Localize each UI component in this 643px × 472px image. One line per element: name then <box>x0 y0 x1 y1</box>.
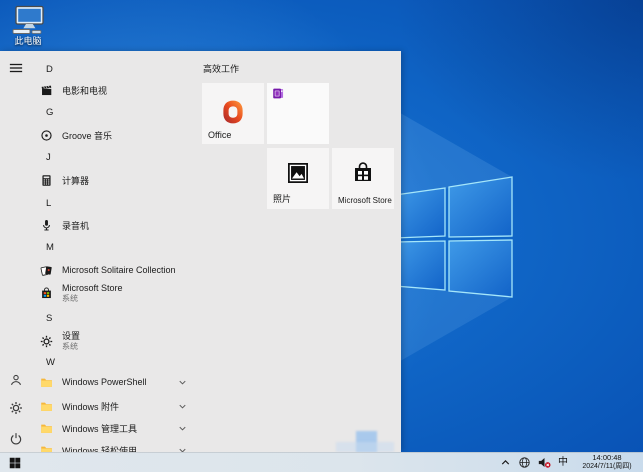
section-header-j[interactable]: J <box>32 146 198 168</box>
movies-tv-icon <box>40 84 53 97</box>
tile-area: 高效工作 Office 照片 Microsoft Store <box>198 51 401 452</box>
tile-label: 照片 <box>273 194 292 204</box>
app-label: 计算器 <box>62 175 90 186</box>
desktop-icon-label: 此电脑 <box>14 36 42 46</box>
tile-photos[interactable]: 照片 <box>267 148 329 209</box>
app-label: 录音机 <box>62 220 90 231</box>
section-header-m[interactable]: M <box>32 236 198 258</box>
app-item-solitaire[interactable]: Microsoft Solitaire Collection <box>32 259 198 281</box>
office-logo-icon <box>219 98 247 126</box>
tile-microsoft-store[interactable]: Microsoft Store <box>332 148 394 209</box>
groove-music-icon <box>40 129 53 142</box>
chevron-down-icon[interactable] <box>177 377 188 388</box>
start-menu-left-rail <box>0 51 32 452</box>
app-item-voice-recorder[interactable]: 录音机 <box>32 214 198 236</box>
taskbar-clock[interactable]: 14:00:48 2024/7/11(周四) <box>574 453 640 471</box>
tile-onenote[interactable] <box>267 83 329 144</box>
chevron-down-icon[interactable] <box>177 401 188 412</box>
section-letter: D <box>46 63 53 75</box>
solitaire-cards-icon <box>40 264 53 277</box>
folder-icon <box>40 400 53 413</box>
start-menu: D 电影和电视 G Groove 音乐 J 计算器 L 录音机 M Micros… <box>0 51 401 452</box>
tile-label: Office <box>208 130 232 140</box>
onenote-logo-icon <box>272 87 285 100</box>
app-sublabel: 系统 <box>62 342 78 351</box>
hamburger-menu-icon[interactable] <box>9 61 23 75</box>
voice-recorder-icon <box>40 219 53 232</box>
folder-label: Windows 附件 <box>62 401 120 412</box>
folder-icon <box>40 422 53 435</box>
app-item-microsoft-store[interactable]: Microsoft Store 系统 <box>32 279 198 307</box>
settings-rail-icon[interactable] <box>9 401 23 415</box>
section-header-s[interactable]: S <box>32 307 198 329</box>
folder-item-windows-accessories[interactable]: Windows 附件 <box>32 395 198 417</box>
store-bag-icon <box>40 286 53 300</box>
app-label: Groove 音乐 <box>62 130 113 141</box>
folder-item-ease-of-access[interactable]: Windows 轻松使用 <box>32 439 198 452</box>
hidden-icons-chevron-icon[interactable] <box>499 456 512 469</box>
section-header-g[interactable]: G <box>32 101 198 123</box>
chevron-down-icon[interactable] <box>177 445 188 452</box>
app-item-groove-music[interactable]: Groove 音乐 <box>32 124 198 146</box>
section-letter: M <box>46 241 54 253</box>
section-header-w[interactable]: W <box>32 351 198 373</box>
acrylic-light-patch <box>336 442 394 452</box>
start-button[interactable] <box>0 453 30 472</box>
tile-office[interactable]: Office <box>202 83 264 144</box>
microsoft-store-bag-icon <box>351 161 375 185</box>
folder-item-admin-tools[interactable]: Windows 管理工具 <box>32 417 198 439</box>
section-letter: L <box>46 197 52 209</box>
volume-muted-icon[interactable] <box>537 456 552 469</box>
clock-date: 2024/7/11(周四) <box>582 462 632 470</box>
calculator-icon <box>40 174 53 187</box>
gear-icon <box>40 335 53 348</box>
section-letter: S <box>46 312 53 324</box>
app-item-movies-tv[interactable]: 电影和电视 <box>32 79 198 101</box>
taskbar: 中 14:00:48 2024/7/11(周四) <box>0 452 643 472</box>
network-globe-icon[interactable] <box>518 456 531 469</box>
section-letter: G <box>46 106 54 118</box>
app-sublabel: 系统 <box>62 294 78 303</box>
tile-group-title[interactable]: 高效工作 <box>203 62 239 75</box>
chevron-down-icon[interactable] <box>177 423 188 434</box>
app-label: 电影和电视 <box>62 85 108 96</box>
folder-icon <box>40 444 53 452</box>
app-label: Microsoft Solitaire Collection <box>62 265 176 275</box>
ime-indicator[interactable]: 中 <box>558 457 568 468</box>
tile-label: Microsoft Store <box>338 196 392 205</box>
photos-icon <box>286 161 310 185</box>
user-account-icon[interactable] <box>9 373 23 387</box>
desktop-icon-this-pc[interactable]: 此电脑 <box>6 5 50 46</box>
clock-time: 14:00:48 <box>592 453 622 462</box>
computer-monitor-icon <box>11 5 45 35</box>
app-label: 设置 <box>62 331 81 341</box>
folder-icon <box>40 376 53 389</box>
folder-label: Windows 管理工具 <box>62 423 138 434</box>
power-icon[interactable] <box>9 432 23 446</box>
system-tray: 中 14:00:48 2024/7/11(周四) <box>499 453 640 472</box>
app-label: Microsoft Store <box>62 283 123 293</box>
section-header-l[interactable]: L <box>32 192 198 214</box>
app-item-calculator[interactable]: 计算器 <box>32 169 198 191</box>
folder-label: Windows PowerShell <box>62 377 147 387</box>
folder-label: Windows 轻松使用 <box>62 445 138 453</box>
section-letter: J <box>46 151 51 163</box>
windows-logo-icon <box>9 457 21 468</box>
app-list: D 电影和电视 G Groove 音乐 J 计算器 L 录音机 M Micros… <box>32 51 198 452</box>
section-header-d[interactable]: D <box>32 58 198 80</box>
folder-item-powershell[interactable]: Windows PowerShell <box>32 371 198 393</box>
section-letter: W <box>46 356 55 368</box>
